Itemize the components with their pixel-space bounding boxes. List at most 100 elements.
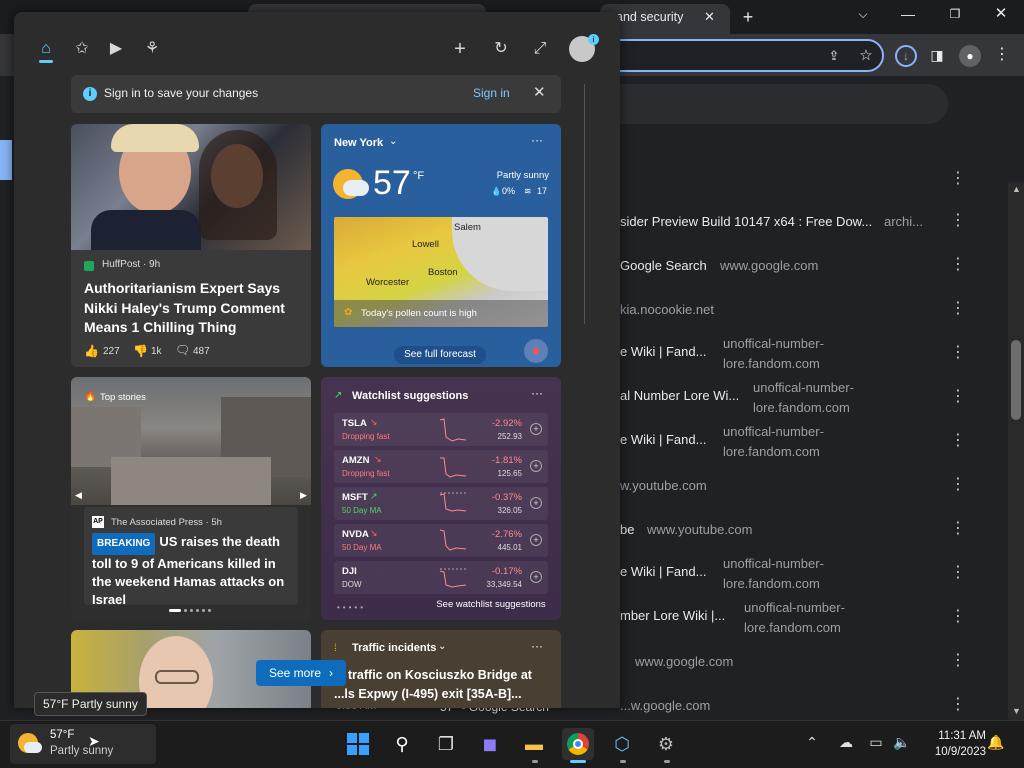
traffic-headline[interactable]: ... traffic on Kosciuszko Bridge at ...l… [334, 666, 556, 704]
video-icon[interactable]: ▶ [105, 38, 127, 60]
puzzle-icon[interactable]: ⚘ [141, 38, 163, 60]
traffic-card[interactable]: ⁞ Traffic incidents ⌄ ··· ... traffic on… [321, 630, 561, 708]
history-row[interactable]: www.google.com [600, 652, 980, 696]
like-icon[interactable]: 👍 [84, 344, 99, 358]
see-more-button[interactable]: See more › [256, 660, 346, 686]
history-row[interactable]: e Wiki | Fand... unoffical-number-lore.f… [600, 554, 980, 598]
history-row[interactable]: w.youtube.com [600, 476, 980, 520]
comment-icon[interactable]: 🗨 [175, 343, 190, 357]
row-menu-icon[interactable]: ⋮ [950, 171, 966, 187]
more-options-icon[interactable]: ··· [531, 386, 543, 400]
history-row[interactable]: sider Preview Build 10147 x64 : Free Dow… [600, 212, 980, 256]
teams-chat-icon[interactable]: ◼ [474, 728, 506, 760]
dislike-icon[interactable]: 👎 [133, 344, 148, 358]
weather-location[interactable]: New York [334, 137, 383, 149]
start-icon[interactable] [342, 728, 374, 760]
close-window-icon[interactable]: ✕ [991, 4, 1011, 24]
virtualbox-icon[interactable]: ⬡ [606, 728, 638, 760]
restore-icon[interactable]: ❐ [945, 4, 965, 24]
address-bar[interactable]: ⇪ ☆ [600, 39, 884, 72]
row-menu-icon[interactable]: ⋮ [950, 345, 966, 361]
history-row[interactable]: e Wiki | Fand... unoffical-number-lore.f… [600, 334, 980, 378]
onedrive-cloud-icon[interactable]: ☁ [836, 734, 856, 751]
row-menu-icon[interactable]: ⋮ [950, 389, 966, 405]
search-bar-area[interactable] [600, 84, 948, 124]
row-menu-icon[interactable]: ⋮ [950, 609, 966, 625]
news-headline[interactable]: Authoritarianism Expert Says Nikki Haley… [84, 279, 299, 338]
carousel-dot[interactable] [196, 609, 199, 612]
add-stock-icon[interactable]: + [530, 571, 542, 583]
close-banner-icon[interactable]: ✕ [533, 83, 546, 101]
more-options-icon[interactable]: ··· [531, 133, 543, 147]
add-stock-icon[interactable]: + [530, 497, 542, 509]
tab-search-chevron-icon[interactable]: ⌵ [853, 4, 873, 24]
row-menu-icon[interactable]: ⋮ [950, 521, 966, 537]
history-row[interactable]: Google Search www.google.com [600, 256, 980, 300]
expand-icon[interactable]: ⤢ [529, 38, 551, 60]
row-menu-icon[interactable]: ⋮ [950, 697, 966, 713]
clock[interactable]: 11:31 AM 10/9/2023 [918, 728, 986, 760]
home-icon[interactable]: ⌂ [35, 38, 57, 60]
news-card[interactable]: HuffPost · 9h Authoritarianism Expert Sa… [71, 124, 311, 367]
carousel-dot-active[interactable] [169, 609, 181, 612]
taskbar-weather-button[interactable]: 57°F Partly sunny [10, 724, 156, 764]
row-menu-icon[interactable]: ⋮ [950, 433, 966, 449]
add-widget-icon[interactable]: + [449, 38, 471, 60]
profile-avatar-icon[interactable]: ● [959, 45, 981, 67]
minimize-icon[interactable]: — [898, 4, 918, 24]
carousel-dot[interactable] [184, 609, 187, 612]
row-menu-icon[interactable]: ⋮ [950, 565, 966, 581]
volume-muted-icon[interactable]: 🔈 [892, 734, 912, 751]
bookmark-star-icon[interactable]: ☆ [856, 46, 876, 66]
stock-row[interactable]: DJI DOW -0.17% 33,349.54 + [334, 561, 548, 594]
notification-bell-icon[interactable]: 🔔 [986, 734, 1006, 751]
history-row[interactable]: mber Lore Wiki |... unoffical-number-lor… [600, 598, 980, 642]
chevron-down-icon[interactable]: ⌄ [438, 641, 446, 652]
new-tab-icon[interactable]: + [738, 7, 758, 27]
row-menu-icon[interactable]: ⋮ [950, 301, 966, 317]
download-icon[interactable]: ↓ [895, 45, 917, 67]
more-options-icon[interactable]: ··· [531, 639, 543, 653]
network-icon[interactable]: ▭ [866, 734, 886, 751]
full-forecast-button[interactable]: See full forecast [394, 346, 486, 364]
story-text-card[interactable]: AP The Associated Press · 5h BREAKING US … [84, 507, 298, 607]
map-layer-icon[interactable]: ◆ [524, 339, 548, 363]
scroll-down-icon[interactable]: ▼ [1012, 706, 1021, 716]
history-row[interactable]: e Wiki | Fand... unoffical-number-lore.f… [600, 422, 980, 466]
carousel-dot[interactable] [208, 609, 211, 612]
refresh-icon[interactable]: ↻ [490, 38, 512, 60]
row-menu-icon[interactable]: ⋮ [950, 477, 966, 493]
next-arrow-icon[interactable]: ▶ [300, 490, 307, 501]
chevron-down-icon[interactable]: ⌄ [389, 136, 397, 147]
tab-close-icon[interactable]: ✕ [704, 9, 715, 25]
side-panel-icon[interactable]: ◨ [927, 45, 947, 65]
chevron-up-icon[interactable]: ⌃ [802, 734, 822, 751]
row-menu-icon[interactable]: ⋮ [950, 257, 966, 273]
stock-row[interactable]: TSLA ↘ Dropping fast -2.92% 252.93 + [334, 413, 548, 446]
see-watchlist-link[interactable]: See watchlist suggestions [421, 599, 561, 610]
following-icon[interactable]: ✩ [71, 38, 93, 60]
pager-dots[interactable]: ••••• [337, 603, 366, 612]
row-menu-icon[interactable]: ⋮ [950, 653, 966, 669]
watchlist-card[interactable]: ↗ Watchlist suggestions ··· TSLA ↘ Dropp… [321, 377, 561, 620]
task-view-icon[interactable]: ❐ [430, 728, 462, 760]
top-stories-card[interactable]: 🔥 Top stories ◀ ▶ AP The Associated Pres… [71, 377, 311, 620]
stock-row[interactable]: MSFT ↗ 50 Day MA -0.37% 326.05 + [334, 487, 548, 520]
scroll-up-icon[interactable]: ▲ [1012, 184, 1021, 194]
search-icon[interactable]: ⚲ [386, 728, 418, 760]
signin-link[interactable]: Sign in [473, 86, 510, 100]
carousel-dot[interactable] [202, 609, 205, 612]
row-menu-icon[interactable]: ⋮ [950, 213, 966, 229]
add-stock-icon[interactable]: + [530, 423, 542, 435]
chrome-icon[interactable] [562, 728, 594, 760]
add-stock-icon[interactable]: + [530, 460, 542, 472]
weather-card[interactable]: New York ⌄ ··· 57 °F Partly sunny 💧 0% ≋… [321, 124, 561, 367]
add-stock-icon[interactable]: + [530, 534, 542, 546]
menu-kebab-icon[interactable]: ⋮ [992, 45, 1012, 65]
stock-row[interactable]: NVDA ↘ 50 Day MA -2.76% 445.01 + [334, 524, 548, 557]
prev-arrow-icon[interactable]: ◀ [75, 490, 82, 501]
stock-row[interactable]: AMZN ↘ Dropping fast -1.81% 125.65 + [334, 450, 548, 483]
scrollbar-thumb[interactable] [1011, 340, 1021, 420]
share-icon[interactable]: ⇪ [824, 46, 844, 66]
settings-gear-icon[interactable]: ⚙ [650, 728, 682, 760]
